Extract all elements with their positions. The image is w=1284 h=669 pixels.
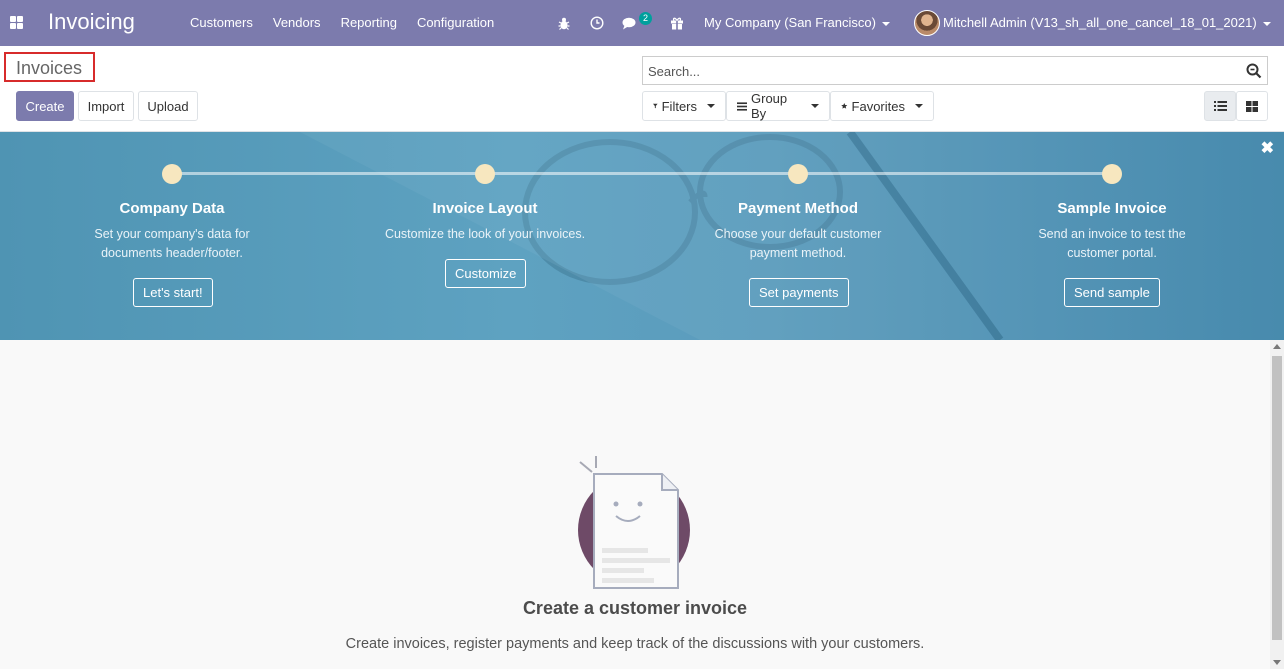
list-view-icon bbox=[1213, 101, 1227, 111]
step-dot bbox=[788, 164, 808, 184]
favorites-dropdown[interactable]: Favorites bbox=[830, 91, 934, 121]
scrollbar-thumb[interactable] bbox=[1272, 356, 1282, 640]
step-dot bbox=[1102, 164, 1122, 184]
group-by-icon bbox=[737, 101, 748, 111]
step-description: Customize the look of your invoices. bbox=[384, 227, 586, 241]
chevron-down-icon bbox=[1262, 21, 1271, 26]
user-name: Mitchell Admin (V13_sh_all_one_cancel_18… bbox=[943, 15, 1257, 30]
create-button[interactable]: Create bbox=[16, 91, 74, 121]
step-description: Set your company's data for documents he… bbox=[94, 227, 250, 260]
top-navbar: Invoicing Customers Vendors Reporting Co… bbox=[0, 0, 1284, 46]
company-switcher[interactable]: My Company (San Francisco) bbox=[704, 15, 890, 30]
list-view-button[interactable] bbox=[1204, 91, 1236, 121]
menu-configuration[interactable]: Configuration bbox=[417, 15, 494, 30]
empty-state: Create a customer invoice Create invoice… bbox=[0, 340, 1270, 669]
menu-vendors[interactable]: Vendors bbox=[273, 15, 321, 30]
kanban-view-icon bbox=[1246, 100, 1258, 112]
scroll-up-icon[interactable] bbox=[1273, 344, 1281, 349]
star-icon bbox=[841, 103, 848, 109]
scroll-down-icon[interactable] bbox=[1273, 660, 1281, 665]
filters-dropdown[interactable]: Filters bbox=[642, 91, 726, 121]
step-title: Invoice Layout bbox=[432, 200, 538, 217]
search-input[interactable]: Search... bbox=[642, 56, 1268, 85]
progress-rail bbox=[172, 172, 1112, 175]
clock-icon[interactable] bbox=[590, 0, 604, 46]
chevron-down-icon bbox=[881, 21, 890, 26]
step-company-data: Company Data Set your company's data for… bbox=[52, 200, 292, 263]
avatar[interactable] bbox=[914, 10, 940, 36]
step-dot bbox=[475, 164, 495, 184]
send-sample-button[interactable]: Send sample bbox=[1064, 278, 1160, 307]
step-title: Sample Invoice bbox=[1057, 200, 1167, 217]
breadcrumb: Invoices bbox=[4, 52, 95, 82]
lets-start-button[interactable]: Let's start! bbox=[133, 278, 213, 307]
step-title: Company Data bbox=[119, 200, 225, 217]
chat-badge: 2 bbox=[639, 11, 653, 25]
chevron-down-icon bbox=[707, 104, 715, 108]
group-by-dropdown[interactable]: Group By bbox=[726, 91, 830, 121]
empty-state-description: Create invoices, register payments and k… bbox=[345, 636, 925, 652]
gift-icon[interactable] bbox=[670, 0, 684, 46]
set-payments-button[interactable]: Set payments bbox=[749, 278, 849, 307]
filters-label: Filters bbox=[661, 98, 697, 114]
upload-button[interactable]: Upload bbox=[138, 91, 198, 121]
bug-icon[interactable] bbox=[558, 0, 570, 46]
step-title: Payment Method bbox=[737, 200, 858, 217]
import-button[interactable]: Import bbox=[78, 91, 134, 121]
user-menu[interactable]: Mitchell Admin (V13_sh_all_one_cancel_18… bbox=[943, 15, 1271, 30]
chevron-down-icon bbox=[811, 104, 819, 108]
step-payment-method: Payment Method Choose your default custo… bbox=[678, 200, 918, 263]
control-panel: Invoices Create Import Upload Search... … bbox=[0, 46, 1284, 132]
main-menu: Customers Vendors Reporting Configuratio… bbox=[190, 15, 494, 30]
group-by-label: Group By bbox=[751, 91, 788, 121]
apps-menu-icon[interactable] bbox=[10, 16, 23, 29]
favorites-label: Favorites bbox=[851, 98, 905, 114]
kanban-view-button[interactable] bbox=[1236, 91, 1268, 121]
search-icon[interactable] bbox=[1246, 63, 1262, 79]
menu-reporting[interactable]: Reporting bbox=[341, 15, 397, 30]
step-dot bbox=[162, 164, 182, 184]
onboarding-banner: ✖ Company Data Set your company's data f… bbox=[0, 132, 1284, 340]
step-description: Choose your default customer payment met… bbox=[714, 227, 882, 260]
customize-button[interactable]: Customize bbox=[445, 259, 527, 288]
step-description: Send an invoice to test the customer por… bbox=[1038, 227, 1186, 260]
close-icon[interactable]: ✖ bbox=[1261, 138, 1274, 158]
empty-state-title: Create a customer invoice bbox=[522, 598, 748, 618]
chevron-down-icon bbox=[915, 104, 923, 108]
filter-icon bbox=[653, 103, 658, 109]
menu-customers[interactable]: Customers bbox=[190, 15, 253, 30]
chat-icon[interactable]: 2 bbox=[622, 0, 653, 46]
app-title[interactable]: Invoicing bbox=[48, 9, 135, 35]
company-name: My Company (San Francisco) bbox=[704, 15, 876, 30]
step-invoice-layout: Invoice Layout Customize the look of you… bbox=[365, 200, 605, 244]
scrollbar[interactable] bbox=[1270, 340, 1284, 669]
step-sample-invoice: Sample Invoice Send an invoice to test t… bbox=[992, 200, 1232, 263]
empty-invoice-illustration-icon bbox=[578, 456, 690, 589]
